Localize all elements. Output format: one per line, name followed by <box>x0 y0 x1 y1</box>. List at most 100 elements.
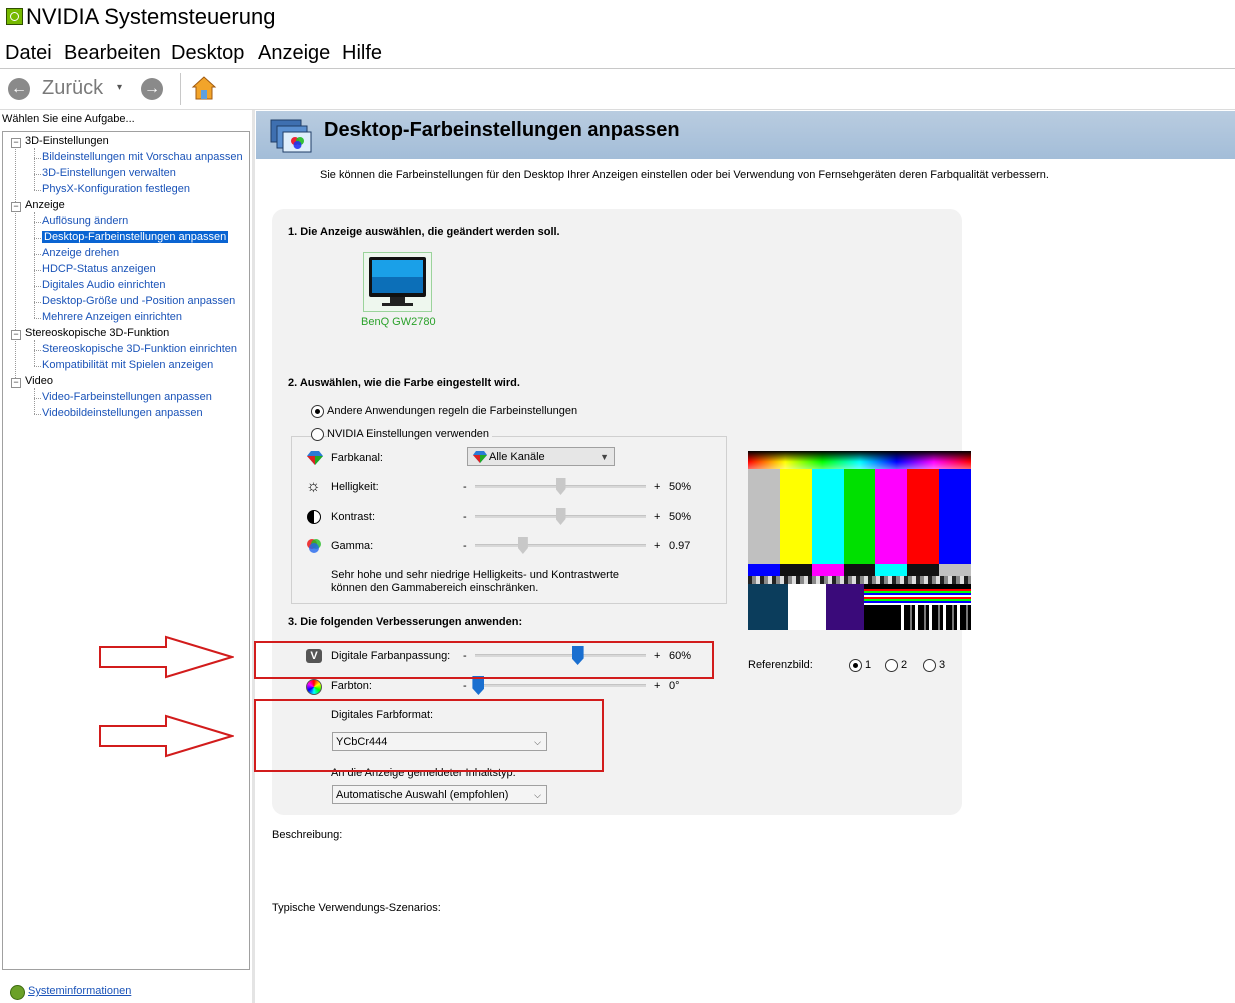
tree-connector <box>34 366 41 367</box>
reference-image-label: Referenzbild: <box>748 659 813 671</box>
tree-task-13[interactable]: Stereoskopische 3D-Funktion einrichten <box>42 343 237 355</box>
reference-radio-3-label: 3 <box>939 659 946 671</box>
tree-task-11[interactable]: Mehrere Anzeigen einrichten <box>42 311 182 323</box>
tree-connector <box>34 158 41 159</box>
contrast-minus: - <box>463 511 467 523</box>
tree-connector <box>34 414 41 415</box>
tree-expander-icon[interactable]: − <box>11 138 21 148</box>
gamma-value: 0.97 <box>669 540 691 552</box>
tree-task-7[interactable]: Anzeige drehen <box>42 247 119 259</box>
hue-plus: + <box>654 680 661 692</box>
radio-other-apps-label: Andere Anwendungen regeln die Farbeinste… <box>327 405 578 417</box>
tree-task-6[interactable]: Desktop-Farbeinstellungen anpassen <box>42 231 229 243</box>
gamma-icon <box>307 539 321 553</box>
tree-connector <box>34 174 41 175</box>
tree-connector <box>34 350 35 366</box>
page-title: Desktop-Farbeinstellungen anpassen <box>324 119 680 141</box>
gamma-warning-text: Sehr hohe und sehr niedrige Helligkeits-… <box>331 569 619 594</box>
menu-anzeige[interactable]: Anzeige <box>258 42 330 65</box>
tree-category-12[interactable]: Stereoskopische 3D-Funktion <box>25 327 169 339</box>
brightness-icon: ☼ <box>306 478 321 495</box>
annotation-box-color-format <box>254 699 604 772</box>
title-bar: NVIDIA Systemsteuerung <box>0 0 1235 38</box>
menu-bar: Datei Bearbeiten Desktop Anzeige Hilfe <box>0 40 1235 69</box>
menu-bearbeiten[interactable]: Bearbeiten <box>64 42 161 65</box>
system-info-link[interactable]: Systeminformationen <box>28 985 131 997</box>
tree-expander-icon[interactable]: − <box>11 378 21 388</box>
tree-category-4[interactable]: Anzeige <box>25 199 65 211</box>
back-button[interactable]: ← <box>8 78 30 100</box>
section-color-method: 2. Auswählen, wie die Farbe eingestellt … <box>288 377 520 389</box>
nvidia-app-icon <box>6 8 23 25</box>
forward-button[interactable]: → <box>141 78 163 100</box>
tree-connector <box>34 270 41 271</box>
tree-connector <box>15 144 16 384</box>
radio-nvidia-settings[interactable] <box>311 428 324 441</box>
content-type-select[interactable]: Automatische Auswahl (empfohlen) ⌵ <box>332 785 547 804</box>
reference-radio-2[interactable] <box>885 659 898 672</box>
annotation-arrow-upper <box>99 635 234 679</box>
tree-task-1[interactable]: Bildeinstellungen mit Vorschau anpassen <box>42 151 243 163</box>
annotation-box-vibrance <box>254 641 714 679</box>
tree-category-0[interactable]: 3D-Einstellungen <box>25 135 109 147</box>
radio-nvidia-settings-label: NVIDIA Einstellungen verwenden <box>327 428 493 440</box>
back-label[interactable]: Zurück <box>42 77 103 100</box>
tree-task-17[interactable]: Videobildeinstellungen anpassen <box>42 407 203 419</box>
reference-radio-3[interactable] <box>923 659 936 672</box>
tree-connector <box>34 254 35 270</box>
section-select-display: 1. Die Anzeige auswählen, die geändert w… <box>288 226 560 238</box>
hue-label: Farbton: <box>331 680 372 692</box>
color-channel-label: Farbkanal: <box>331 452 383 464</box>
gamma-slider-track[interactable] <box>475 544 646 547</box>
section-enhancements: 3. Die folgenden Verbesserungen anwenden… <box>288 616 523 628</box>
tree-task-9[interactable]: Digitales Audio einrichten <box>42 279 166 291</box>
tree-connector <box>34 318 41 319</box>
back-history-dropdown[interactable]: ▾ <box>117 82 122 93</box>
display-tile[interactable] <box>363 252 432 312</box>
tree-expander-icon[interactable]: − <box>11 202 21 212</box>
hue-slider-track[interactable] <box>475 684 646 687</box>
gamma-plus: + <box>654 540 661 552</box>
tree-task-3[interactable]: PhysX-Konfiguration festlegen <box>42 183 190 195</box>
pane-splitter[interactable] <box>252 110 255 1003</box>
menu-datei[interactable]: Datei <box>5 42 52 65</box>
tree-category-15[interactable]: Video <box>25 375 53 387</box>
chevron-down-icon: ▼ <box>600 452 609 462</box>
tree-task-10[interactable]: Desktop-Größe und -Position anpassen <box>42 295 235 307</box>
reference-radio-1[interactable] <box>849 659 862 672</box>
reference-radio-2-label: 2 <box>901 659 908 671</box>
color-channel-select[interactable]: Alle Kanäle ▼ <box>467 447 615 466</box>
toolbar-separator <box>180 73 181 105</box>
tree-task-16[interactable]: Video-Farbeinstellungen anpassen <box>42 391 212 403</box>
home-button[interactable] <box>191 75 217 101</box>
annotation-arrow-lower <box>99 714 234 758</box>
task-tree: 3D-Einstellungen − Bildeinstellungen mit V… <box>2 131 250 970</box>
tree-connector <box>34 350 41 351</box>
menu-desktop[interactable]: Desktop <box>171 42 244 65</box>
brightness-value: 50% <box>669 481 692 493</box>
tree-connector <box>34 302 41 303</box>
tree-expander-icon[interactable]: − <box>11 330 21 340</box>
color-channel-icon <box>307 451 323 465</box>
tree-connector <box>34 302 35 318</box>
usage-scenarios-label: Typische Verwendungs-Szenarios: <box>272 902 441 914</box>
tree-connector <box>34 286 35 302</box>
tree-connector <box>34 222 35 238</box>
radio-other-apps[interactable] <box>311 405 324 418</box>
contrast-plus: + <box>654 511 661 523</box>
tree-connector <box>34 398 41 399</box>
color-channel-select-icon <box>473 451 487 463</box>
tree-task-14[interactable]: Kompatibilität mit Spielen anzeigen <box>42 359 213 371</box>
tree-task-8[interactable]: HDCP-Status anzeigen <box>42 263 156 275</box>
tree-task-2[interactable]: 3D-Einstellungen verwalten <box>42 167 176 179</box>
content-type-value: Automatische Auswahl (empfohlen) <box>336 789 509 801</box>
menu-hilfe[interactable]: Hilfe <box>342 42 382 65</box>
tree-connector <box>34 148 35 158</box>
system-info-icon <box>10 985 25 1000</box>
tree-connector <box>34 254 41 255</box>
tree-task-5[interactable]: Auflösung ändern <box>42 215 128 227</box>
brightness-label: Helligkeit: <box>331 481 379 493</box>
display-name: BenQ GW2780 <box>361 316 436 328</box>
brightness-plus: + <box>654 481 661 493</box>
reference-radio-1-label: 1 <box>865 659 872 671</box>
